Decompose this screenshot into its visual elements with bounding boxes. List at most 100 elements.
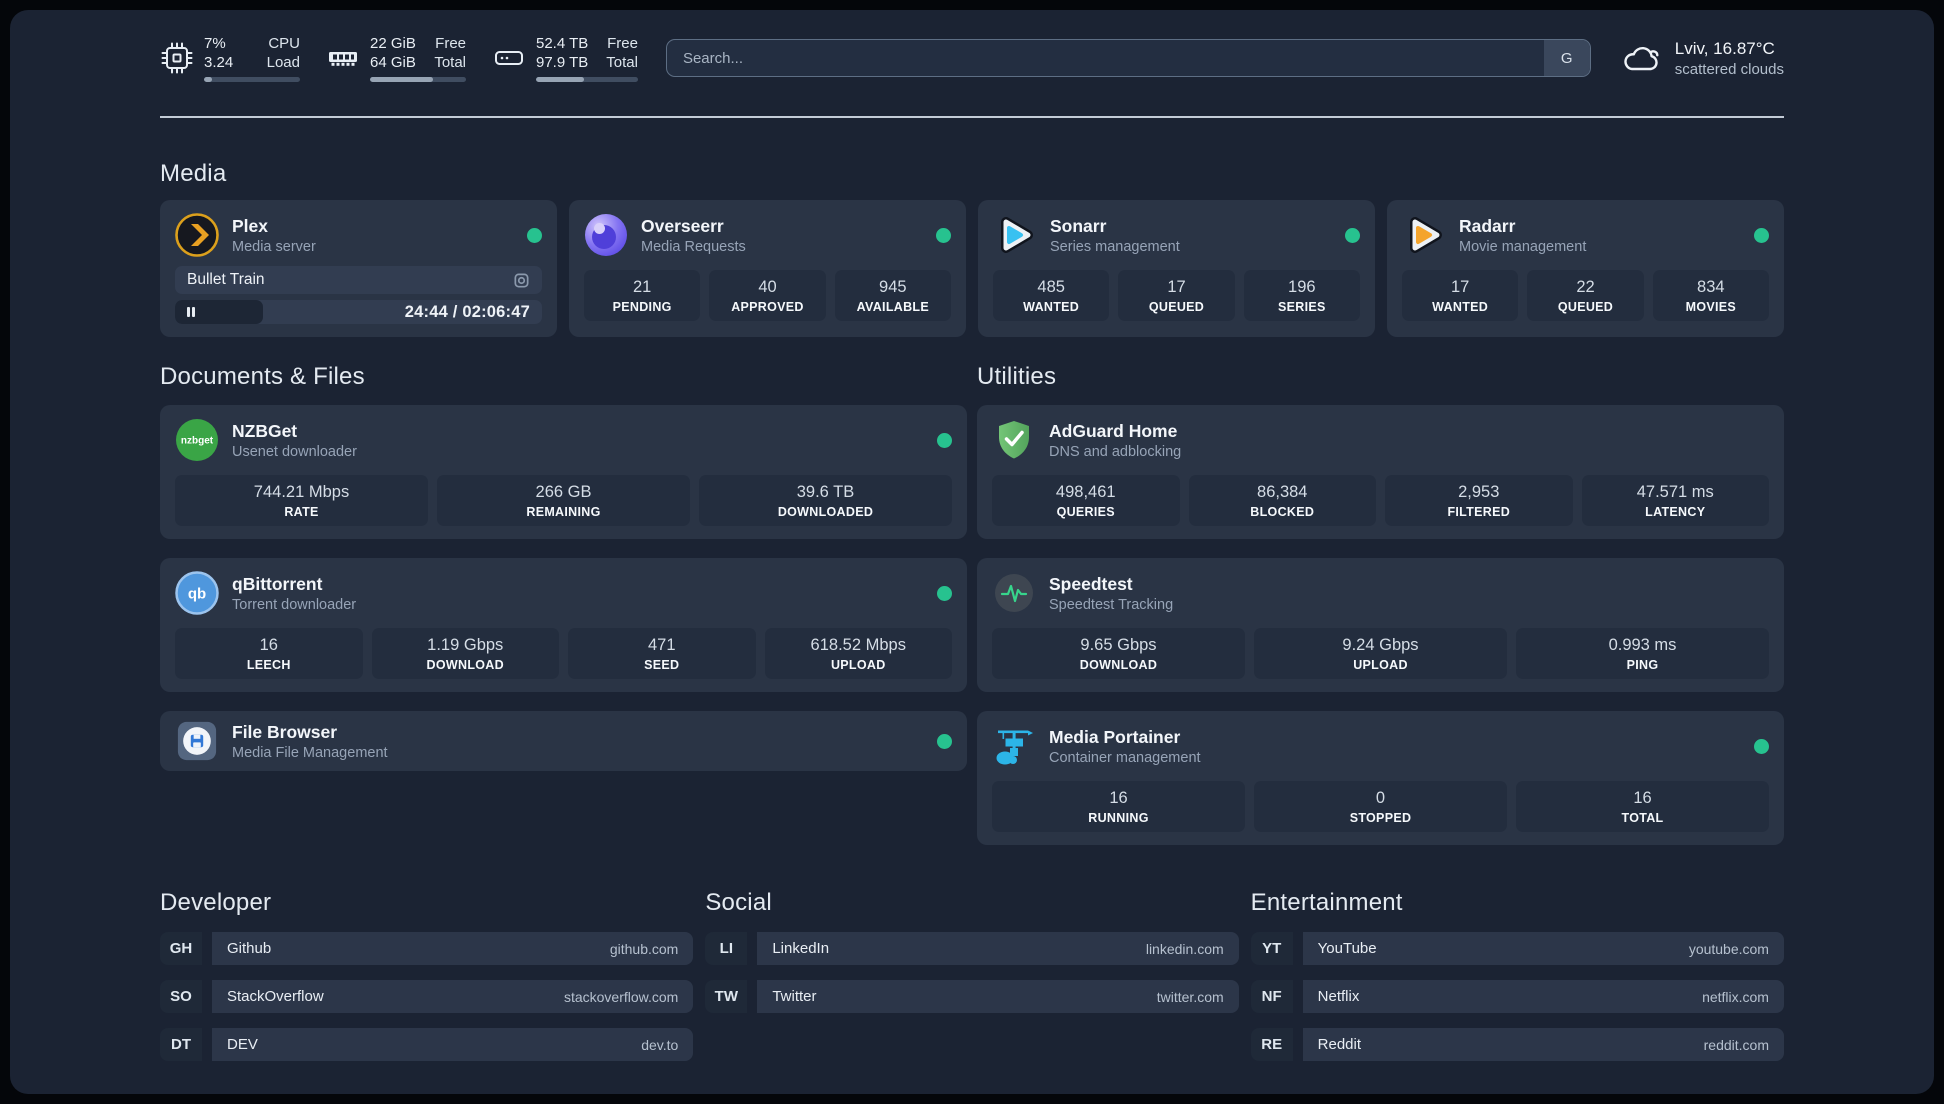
search-input[interactable] [666, 40, 1544, 76]
disk-free-value: 52.4 TB [536, 35, 589, 52]
service-name: Plex [232, 215, 268, 236]
search-engine-button[interactable]: G [1543, 40, 1590, 76]
memory-widget: 22 GiB 64 GiB Free Total [326, 34, 466, 82]
stat-box: 471 SEED [568, 628, 756, 679]
bookmark-youtube[interactable]: YT YouTube youtube.com [1250, 932, 1784, 965]
bookmark-name: YouTube [1317, 940, 1377, 957]
service-description: Media Requests [641, 238, 746, 255]
nzbget-icon: nzbget [175, 418, 219, 462]
header-divider [160, 116, 1784, 118]
stat-box: 16 RUNNING [992, 781, 1245, 832]
section-title-developer: Developer [160, 889, 272, 916]
status-dot [937, 733, 952, 749]
stat-box: 9.65 Gbps DOWNLOAD [992, 628, 1245, 679]
section-title-media: Media [160, 160, 227, 187]
bookmark-stackoverflow[interactable]: SO StackOverflow stackoverflow.com [160, 980, 694, 1013]
weather-condition: scattered clouds [1674, 60, 1784, 78]
stat-box: 1.19 Gbps DOWNLOAD [371, 628, 559, 679]
service-name: qBittorrent [232, 573, 323, 594]
service-card-filebrowser[interactable]: File Browser Media File Management [160, 711, 967, 771]
status-dot [1345, 227, 1360, 243]
service-card-qbittorrent[interactable]: qb qBittorrent Torrent downloader 16 LEE… [160, 558, 967, 692]
svg-text:nzbget: nzbget [181, 436, 214, 447]
status-dot [1754, 227, 1769, 243]
service-card-sonarr[interactable]: Sonarr Series management 485 WANTED 17 Q… [978, 200, 1375, 337]
service-description: DNS and adblocking [1049, 443, 1182, 460]
plex-icon [175, 213, 219, 257]
memory-progress-bar [370, 77, 466, 82]
status-dot [527, 227, 542, 243]
bookmark-name: Github [227, 940, 272, 957]
service-card-nzbget[interactable]: nzbget NZBGet Usenet downloader 744.21 M… [160, 405, 967, 539]
cpu-widget: 7% 3.24 CPU Load [160, 34, 300, 82]
stat-box: 498,461 QUERIES [992, 475, 1180, 526]
stat-box: 618.52 Mbps UPLOAD [764, 628, 952, 679]
bookmark-netflix[interactable]: NF Netflix netflix.com [1250, 980, 1784, 1013]
service-name: AdGuard Home [1049, 420, 1178, 441]
stat-box: 9.24 Gbps UPLOAD [1254, 628, 1507, 679]
bookmark-url: dev.to [641, 1036, 679, 1053]
service-card-overseerr[interactable]: Overseerr Media Requests 21 PENDING 40 A… [569, 200, 966, 337]
cpu-usage-value: 7% [204, 35, 226, 52]
bookmark-dev[interactable]: DT DEV dev.to [160, 1028, 694, 1061]
stat-box: 17 WANTED [1402, 270, 1519, 321]
bookmark-twitter[interactable]: TW Twitter twitter.com [705, 980, 1239, 1013]
bookmark-url: linkedin.com [1145, 940, 1224, 957]
section-title-utilities: Utilities [977, 363, 1057, 390]
service-description: Movie management [1459, 238, 1587, 255]
bookmark-url: youtube.com [1688, 940, 1769, 957]
playback-time: 24:44 / 02:06:47 [404, 302, 530, 321]
bookmark-abbr: NF [1250, 980, 1293, 1013]
stat-box: 834 MOVIES [1652, 270, 1769, 321]
bookmark-url: reddit.com [1703, 1036, 1769, 1053]
section-documents: Documents & Files nzbget NZBGet Usenet d… [160, 363, 967, 771]
service-name: Sonarr [1050, 215, 1107, 236]
bookmark-github[interactable]: GH Github github.com [160, 932, 694, 965]
bookmark-url: netflix.com [1702, 988, 1769, 1005]
status-dot [937, 432, 952, 448]
memory-total-value: 64 GiB [370, 54, 416, 71]
stat-box: 21 PENDING [584, 270, 701, 321]
bookmark-linkedin[interactable]: LI LinkedIn linkedin.com [705, 932, 1239, 965]
section-title-social: Social [705, 889, 772, 916]
stat-box: 945 AVAILABLE [834, 270, 951, 321]
disk-free-label: Free [607, 35, 638, 52]
top-bar: 7% 3.24 CPU Load 22 GiB 64 GiB Free Tota… [160, 34, 1784, 82]
pause-button[interactable] [175, 300, 263, 324]
dashboard: 7% 3.24 CPU Load 22 GiB 64 GiB Free Tota… [10, 10, 1934, 1094]
service-card-radarr[interactable]: Radarr Movie management 17 WANTED 22 QUE… [1387, 200, 1784, 337]
stat-box: 86,384 BLOCKED [1188, 475, 1376, 526]
stat-box: 22 QUEUED [1527, 270, 1644, 321]
cast-icon[interactable] [513, 272, 530, 289]
stat-box: 266 GB REMAINING [437, 475, 690, 526]
stat-box: 196 SERIES [1243, 270, 1360, 321]
bookmark-reddit[interactable]: RE Reddit reddit.com [1250, 1028, 1784, 1061]
service-description: Media server [232, 238, 316, 255]
stat-box: 40 APPROVED [709, 270, 826, 321]
now-playing-row: Bullet Train [175, 266, 542, 294]
section-utilities: Utilities AdGuard Home DNS and adblockin… [977, 363, 1784, 845]
speedtest-icon [992, 571, 1036, 615]
service-description: Speedtest Tracking [1049, 596, 1174, 613]
service-card-plex[interactable]: Plex Media server Bullet Train 24:44 / 0… [160, 200, 557, 337]
system-stats: 7% 3.24 CPU Load 22 GiB 64 GiB Free Tota… [160, 34, 638, 82]
cloud-icon [1624, 47, 1659, 71]
service-card-adguard[interactable]: AdGuard Home DNS and adblocking 498,461 … [977, 405, 1784, 539]
now-playing-title: Bullet Train [187, 271, 265, 288]
bookmark-name: Twitter [772, 988, 817, 1005]
stat-box: 47.571 ms LATENCY [1581, 475, 1769, 526]
memory-free-value: 22 GiB [370, 35, 416, 52]
disk-total-value: 97.9 TB [536, 54, 589, 71]
service-description: Torrent downloader [232, 596, 357, 613]
sonarr-icon [993, 213, 1037, 257]
service-name: NZBGet [232, 420, 298, 441]
service-name: Media Portainer [1049, 726, 1181, 747]
service-card-speedtest[interactable]: Speedtest Speedtest Tracking 9.65 Gbps D… [977, 558, 1784, 692]
search-bar: G [665, 39, 1591, 77]
service-name: Radarr [1459, 215, 1516, 236]
service-card-portainer[interactable]: Media Portainer Container management 16 … [977, 711, 1784, 845]
stat-box: 39.6 TB DOWNLOADED [699, 475, 952, 526]
filebrowser-icon [175, 719, 219, 763]
bookmark-name: StackOverflow [227, 988, 324, 1005]
bookmark-url: github.com [609, 940, 679, 957]
